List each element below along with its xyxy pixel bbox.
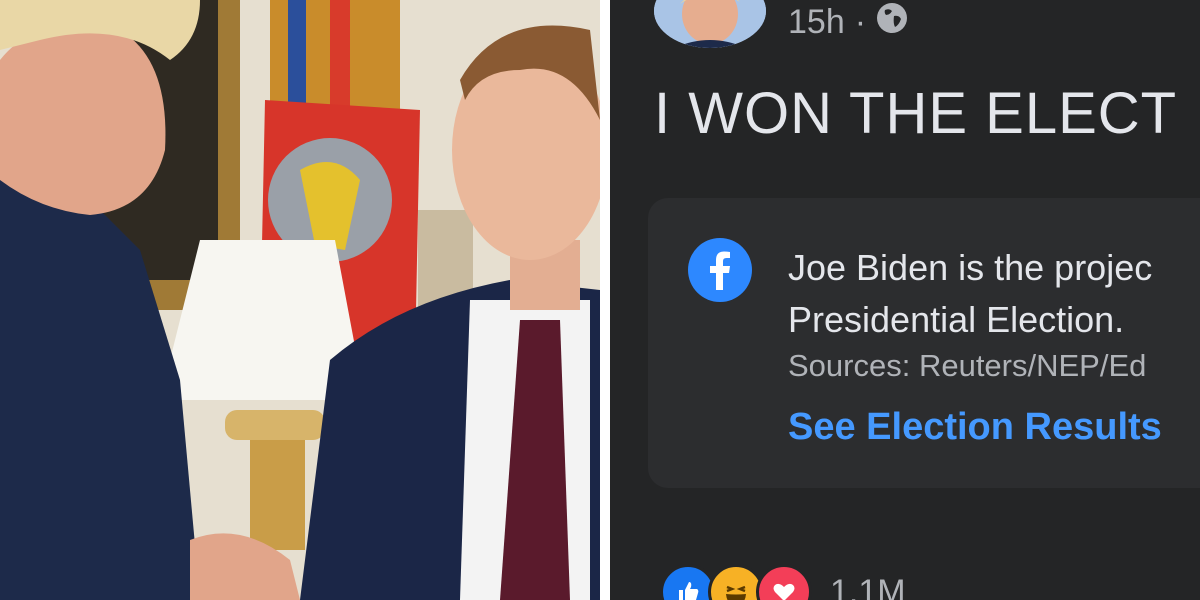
facebook-post-screenshot: 15h · I WON THE ELECT Joe Biden is the p… (610, 0, 1200, 600)
photo (0, 0, 600, 600)
election-info-text: Joe Biden is the projec Presidential Ele… (788, 242, 1152, 346)
see-election-results-link[interactable]: See Election Results (788, 406, 1162, 449)
globe-icon[interactable] (876, 2, 908, 43)
love-icon (756, 564, 812, 600)
election-info-line-2: Presidential Election. (788, 299, 1125, 340)
reaction-count[interactable]: 1.1M (830, 573, 906, 600)
facebook-logo-icon (688, 238, 752, 302)
avatar[interactable] (654, 0, 766, 48)
election-info-card[interactable]: Joe Biden is the projec Presidential Ele… (648, 198, 1200, 488)
panel-divider (600, 0, 610, 600)
election-sources: Sources: Reuters/NEP/Ed (788, 348, 1147, 383)
post-meta: 15h · (788, 2, 908, 43)
meta-separator: · (854, 3, 867, 41)
composite-image: 15h · I WON THE ELECT Joe Biden is the p… (0, 0, 1200, 600)
post-text: I WON THE ELECT (654, 81, 1178, 146)
election-info-line-1: Joe Biden is the projec (788, 247, 1153, 288)
reactions-bar[interactable]: 1.1M (660, 564, 906, 600)
post-time[interactable]: 15h (788, 3, 845, 42)
